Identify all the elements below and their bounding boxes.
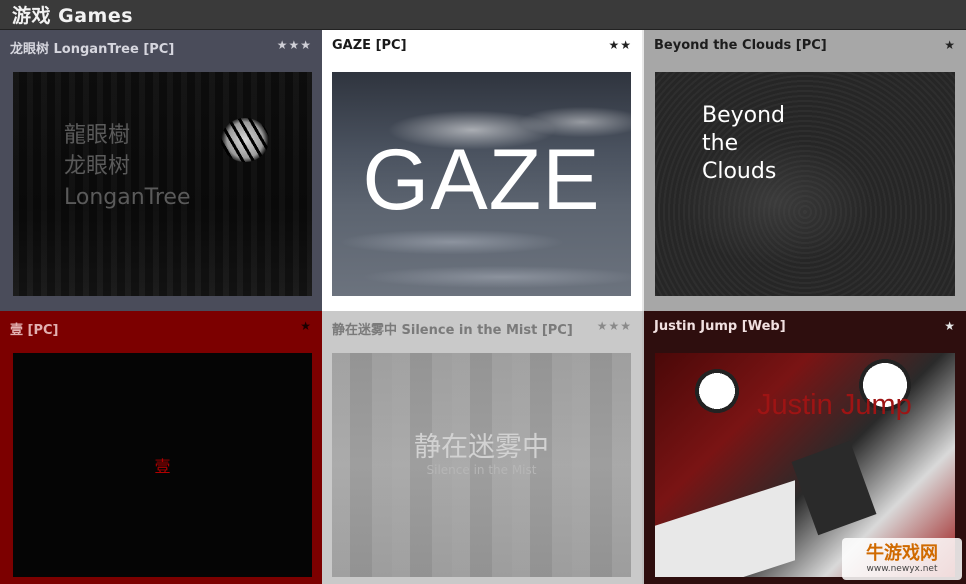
game-thumbnail[interactable]: GAZE	[332, 72, 631, 296]
thumbnail-title: 壹	[154, 457, 171, 476]
games-grid: 龙眼树 LonganTree [PC] ★★★ 龍眼樹 龙眼树 LonganTr…	[0, 30, 966, 584]
game-thumbnail[interactable]: 静在迷雾中 Silence in the Mist	[332, 353, 631, 577]
game-title[interactable]: 龙眼树 LonganTree [PC]	[10, 38, 174, 57]
thumbnail-title-line: LonganTree	[64, 185, 191, 210]
thumbnail-title: GAZE	[362, 132, 601, 228]
rating-stars: ★	[944, 38, 956, 52]
rating-stars: ★★★	[276, 38, 312, 52]
section-title: 游戏 Games	[12, 5, 134, 27]
game-title[interactable]: Justin Jump [Web]	[654, 319, 786, 334]
game-tile-beyond-the-clouds[interactable]: Beyond the Clouds [PC] ★ Beyond the Clou…	[642, 30, 966, 311]
moon-image	[221, 118, 269, 162]
thumbnail-title: 静在迷雾中	[414, 432, 549, 463]
watermark-logo: 牛游戏网	[866, 543, 938, 564]
rating-stars: ★★	[608, 38, 632, 52]
character-face-image	[655, 480, 795, 577]
block-image	[791, 440, 877, 536]
game-tile-yi[interactable]: 壹 [PC] ★ 壹	[0, 311, 322, 584]
game-tile-gaze[interactable]: GAZE [PC] ★★ GAZE	[322, 30, 642, 311]
game-tile-longantree[interactable]: 龙眼树 LonganTree [PC] ★★★ 龍眼樹 龙眼树 LonganTr…	[0, 30, 322, 311]
thumbnail-subtitle: Silence in the Mist	[426, 463, 537, 477]
game-title[interactable]: GAZE [PC]	[332, 38, 407, 53]
rating-stars: ★★★	[596, 319, 632, 333]
thumbnail-title: Beyond the Clouds	[702, 103, 786, 184]
site-watermark: 牛游戏网 www.newyx.net	[842, 538, 962, 580]
thumbnail-title: 龍眼樹 龙眼树 LonganTree	[64, 120, 191, 213]
rating-stars: ★	[300, 319, 312, 333]
section-header: 游戏 Games	[0, 0, 966, 30]
game-thumbnail[interactable]: 壹	[13, 353, 312, 577]
thumbnail-title: Justin Jump	[757, 389, 912, 421]
thumbnail-title-line: 龙眼树	[64, 154, 131, 179]
game-thumbnail[interactable]: Beyond the Clouds	[655, 72, 955, 296]
game-title[interactable]: Beyond the Clouds [PC]	[654, 38, 827, 53]
thumbnail-title-line: 龍眼樹	[64, 123, 131, 148]
game-title[interactable]: 静在迷雾中 Silence in the Mist [PC]	[332, 319, 573, 338]
game-title[interactable]: 壹 [PC]	[10, 319, 58, 338]
watermark-url: www.newyx.net	[866, 564, 938, 574]
game-thumbnail[interactable]: 龍眼樹 龙眼树 LonganTree	[13, 72, 312, 296]
rating-stars: ★	[944, 319, 956, 333]
game-tile-silence-in-the-mist[interactable]: 静在迷雾中 Silence in the Mist [PC] ★★★ 静在迷雾中…	[322, 311, 642, 584]
